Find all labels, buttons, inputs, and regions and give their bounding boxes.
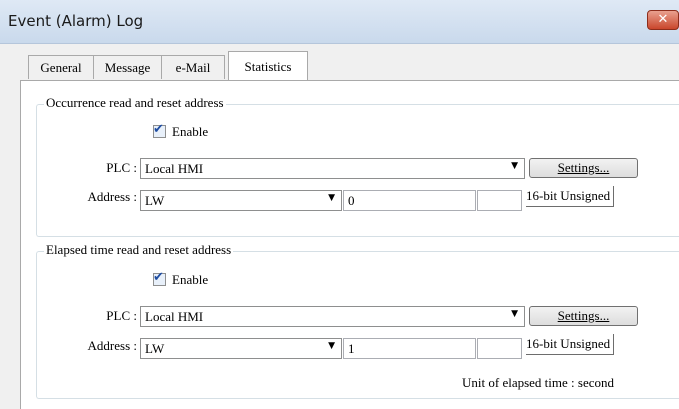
chevron-down-icon: ▼ bbox=[328, 193, 335, 203]
tab-e-mail-label: e-Mail bbox=[175, 60, 211, 75]
tab-message-label: Message bbox=[104, 60, 151, 75]
occurrence-address-device-select[interactable]: LW ▼ bbox=[140, 190, 342, 211]
occurrence-address-input[interactable]: 0 bbox=[343, 190, 476, 211]
elapsed-address-label: Address : bbox=[87, 338, 137, 353]
occurrence-data-type: 16-bit Unsigned bbox=[526, 186, 615, 207]
elapsed-plc-select[interactable]: Local HMI ▼ bbox=[140, 306, 525, 327]
window-title: Event (Alarm) Log bbox=[8, 12, 144, 30]
elapsed-settings-button[interactable]: Settings... bbox=[529, 306, 638, 326]
close-icon: ✕ bbox=[657, 12, 669, 27]
tab-e-mail[interactable]: e-Mail bbox=[161, 55, 225, 79]
elapsed-data-type: 16-bit Unsigned bbox=[526, 334, 615, 355]
close-button[interactable]: ✕ bbox=[647, 10, 679, 30]
occurrence-settings-button[interactable]: Settings... bbox=[529, 158, 638, 178]
chevron-down-icon: ▼ bbox=[511, 309, 518, 319]
tab-message[interactable]: Message bbox=[93, 55, 162, 79]
elapsed-unit-text: Unit of elapsed time : second bbox=[462, 375, 614, 390]
occurrence-plc-select[interactable]: Local HMI ▼ bbox=[140, 158, 525, 179]
occurrence-address-label: Address : bbox=[87, 189, 137, 204]
tab-general[interactable]: General bbox=[28, 55, 94, 79]
occurrence-group-title: Occurrence read and reset address bbox=[44, 95, 226, 111]
checkmark-icon: ✔ bbox=[153, 122, 164, 137]
occurrence-address-device-value: LW bbox=[145, 193, 165, 208]
occurrence-address-value: 0 bbox=[348, 193, 355, 208]
elapsed-enable-label: Enable bbox=[172, 272, 209, 287]
tab-statistics[interactable]: Statistics bbox=[228, 51, 308, 80]
chevron-down-icon: ▼ bbox=[328, 341, 335, 351]
tab-general-label: General bbox=[40, 60, 82, 75]
occurrence-address-extra-input[interactable] bbox=[477, 190, 522, 211]
elapsed-enable-checkbox[interactable]: ✔ bbox=[153, 270, 166, 286]
elapsed-plc-value: Local HMI bbox=[145, 309, 204, 324]
elapsed-address-device-value: LW bbox=[145, 341, 165, 356]
elapsed-address-value: 1 bbox=[348, 341, 355, 356]
elapsed-settings-label: Settings... bbox=[557, 308, 610, 323]
elapsed-group-title: Elapsed time read and reset address bbox=[44, 242, 234, 258]
elapsed-address-extra-input[interactable] bbox=[477, 338, 522, 359]
checkmark-icon: ✔ bbox=[153, 270, 164, 285]
tab-statistics-label: Statistics bbox=[244, 59, 292, 74]
elapsed-address-input[interactable]: 1 bbox=[343, 338, 476, 359]
title-bar: Event (Alarm) Log ✕ bbox=[0, 0, 679, 44]
occurrence-enable-checkbox[interactable]: ✔ bbox=[153, 122, 166, 138]
occurrence-enable-label: Enable bbox=[172, 124, 209, 139]
occurrence-plc-value: Local HMI bbox=[145, 161, 204, 176]
elapsed-address-device-select[interactable]: LW ▼ bbox=[140, 338, 342, 359]
chevron-down-icon: ▼ bbox=[511, 161, 518, 171]
elapsed-plc-label: PLC : bbox=[106, 308, 137, 323]
occurrence-plc-label: PLC : bbox=[106, 160, 137, 175]
occurrence-settings-label: Settings... bbox=[557, 160, 610, 175]
